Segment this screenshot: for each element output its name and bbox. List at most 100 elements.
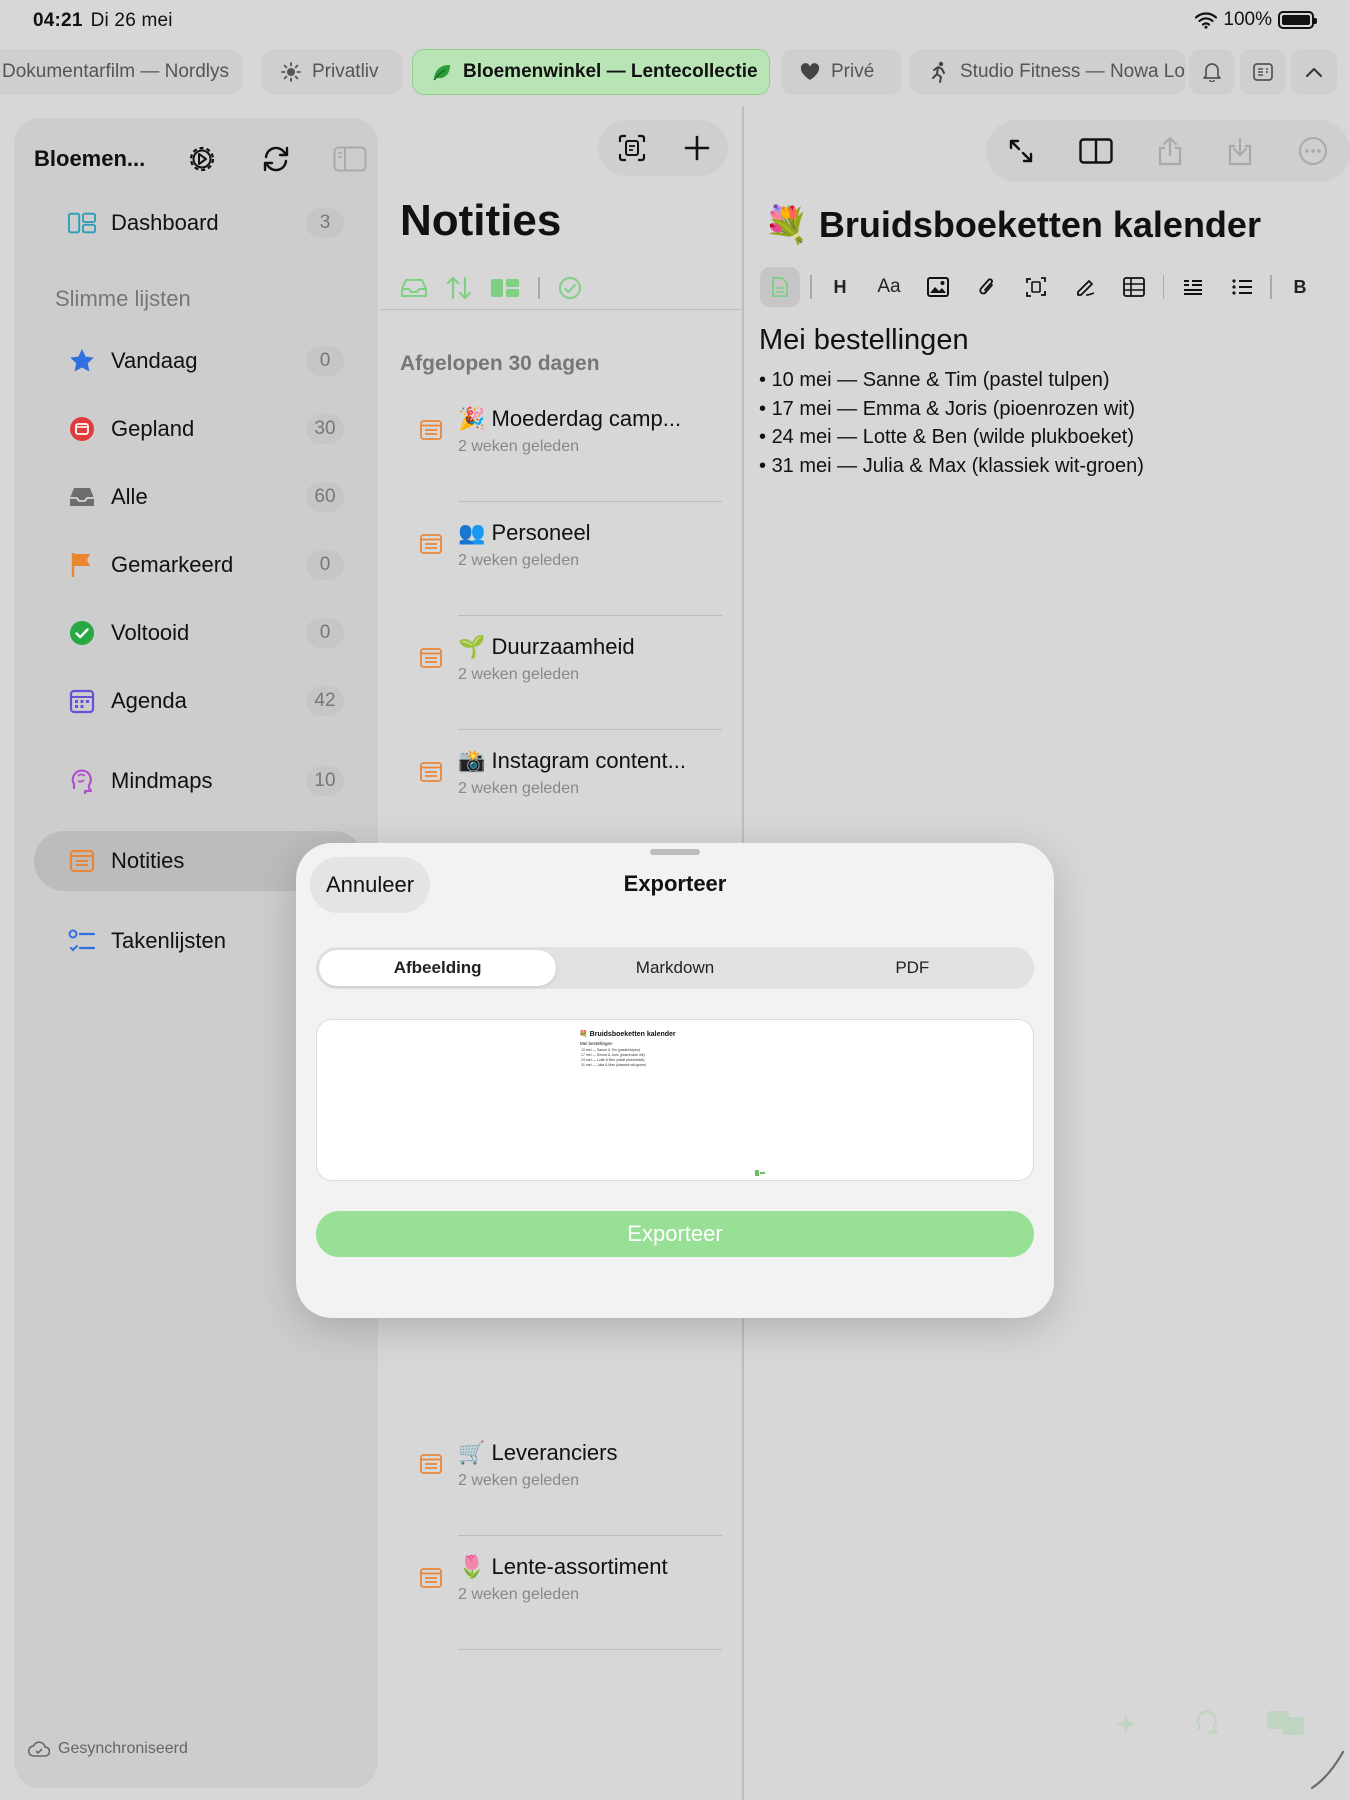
list-item[interactable]: 📸 Instagram content... 2 weken geleden xyxy=(380,730,742,844)
tab-label: Privatliv xyxy=(312,61,379,82)
more-icon xyxy=(1298,136,1328,166)
document-list[interactable]: 10 mei — Sanne & Tim (pastel tulpen) 17 … xyxy=(759,366,1144,480)
translate-icon[interactable] xyxy=(1266,1710,1306,1736)
document-heading[interactable]: Mei bestellingen xyxy=(759,324,969,357)
sidebar-item-label: Agenda xyxy=(111,688,187,713)
sketch-button[interactable] xyxy=(1061,267,1110,307)
sidebar-item-gemarkeerd[interactable]: Gemarkeerd 0 xyxy=(34,535,364,595)
sidebar-item-label: Gepland xyxy=(111,416,195,441)
attach-button[interactable] xyxy=(963,267,1012,307)
preview-footer-icon xyxy=(755,1170,765,1176)
view-mode-button[interactable] xyxy=(490,278,520,298)
quote-icon xyxy=(1182,277,1204,297)
tab-studio-fitness[interactable]: Studio Fitness — Nowa Lok xyxy=(910,49,1186,95)
more-button[interactable] xyxy=(1298,136,1328,166)
tab-privatliv[interactable]: Privatliv xyxy=(262,49,402,95)
sidebar-item-dashboard[interactable]: Dashboard 3 xyxy=(34,193,364,253)
segment-afbeelding[interactable]: Afbeelding xyxy=(319,950,557,986)
tab-bloemenwinkel[interactable]: Bloemenwinkel — Lentecollectie xyxy=(412,49,770,95)
editor-toolbar xyxy=(986,120,1350,182)
format-segmented-control: Afbeelding Markdown PDF xyxy=(316,947,1034,989)
image-icon xyxy=(927,277,949,297)
block-quote-button[interactable] xyxy=(1168,267,1217,307)
bold-button[interactable]: B xyxy=(1276,267,1325,307)
sidebar-header: Bloemen... xyxy=(34,132,367,182)
checklist-icon xyxy=(68,927,96,955)
note-title: 📸 Instagram content... xyxy=(458,748,686,773)
split-view-button[interactable] xyxy=(1078,138,1113,164)
tab-bar: Dokumentarfilm — Nordlys Privatliv Bloem… xyxy=(0,44,1350,102)
list-item: 24 mei — Lotte & Ben (wilde plukboeket) xyxy=(759,423,1144,452)
scan-document-button[interactable] xyxy=(617,133,647,163)
note-title-heading[interactable]: 💐 Bruidsboeketten kalender xyxy=(764,204,1261,246)
tray-icon xyxy=(400,277,428,299)
sync-status: Gesynchroniseerd xyxy=(28,1740,188,1758)
list-item[interactable]: 🌷 Lente-assortiment 2 weken geleden xyxy=(380,1536,742,1650)
toolbar-divider xyxy=(1162,275,1164,299)
note-icon xyxy=(420,762,442,782)
calendar-clock-icon xyxy=(68,415,96,443)
sidebar-item-vandaag[interactable]: Vandaag 0 xyxy=(34,331,364,391)
sun-icon xyxy=(280,61,302,83)
insert-table-button[interactable] xyxy=(1110,267,1159,307)
note-subtitle: 2 weken geleden xyxy=(458,552,579,569)
calendar-icon xyxy=(68,687,96,715)
settings-button[interactable] xyxy=(184,141,220,177)
toolbar-divider xyxy=(810,275,812,299)
brain-icon[interactable] xyxy=(1194,1708,1220,1736)
list-item: 31 mei — Julia & Max (klassiek wit-groen… xyxy=(759,452,1144,481)
bullet-list-button[interactable] xyxy=(1217,267,1266,307)
sidebar-item-alle[interactable]: Alle 60 xyxy=(34,467,364,527)
plus-icon xyxy=(684,135,710,161)
ai-sparkle-icon[interactable] xyxy=(1114,1712,1138,1736)
sidebar-item-label: Takenlijsten xyxy=(111,928,226,953)
document-mode-button[interactable] xyxy=(760,267,800,307)
status-bar: 04:21 Di 26 mei 100% xyxy=(0,0,1350,42)
split-view-icon xyxy=(1078,138,1113,164)
sidebar-item-count: 60 xyxy=(306,482,344,512)
sidebar-item-gepland[interactable]: Gepland 30 xyxy=(34,399,364,459)
sidebar-item-voltooid[interactable]: Voltooid 0 xyxy=(34,603,364,663)
reader-button[interactable] xyxy=(1240,49,1286,95)
battery-percent: 100% xyxy=(1223,9,1272,30)
select-button[interactable] xyxy=(558,276,582,300)
list-item[interactable]: 🎉 Moederdag camp... 2 weken geleden xyxy=(380,388,742,502)
sidebar-item-agenda[interactable]: Agenda 42 xyxy=(34,671,364,731)
tab-prive[interactable]: Privé xyxy=(781,49,901,95)
sort-button[interactable] xyxy=(446,276,472,300)
export-button[interactable]: Exporteer xyxy=(316,1211,1034,1257)
list-item[interactable]: 🌱 Duurzaamheid 2 weken geleden xyxy=(380,616,742,730)
status-right: 100% xyxy=(1195,9,1317,31)
notes-filter-row xyxy=(400,270,582,306)
toggle-sidebar-button[interactable] xyxy=(332,141,368,177)
sync-icon xyxy=(260,143,292,175)
text-style-button[interactable]: Aa xyxy=(865,267,914,307)
heading-button[interactable]: H xyxy=(816,267,865,307)
list-item: 17 mei — Emma & Joris (pioenrozen wit) xyxy=(759,395,1144,424)
expand-button[interactable] xyxy=(1008,138,1034,164)
segment-pdf[interactable]: PDF xyxy=(794,950,1031,986)
scan-text-button[interactable] xyxy=(1012,267,1061,307)
sync-button[interactable] xyxy=(258,141,294,177)
collapse-tabs-button[interactable] xyxy=(1291,49,1337,95)
tab-dokumentarfilm[interactable]: Dokumentarfilm — Nordlys xyxy=(0,49,242,95)
list-item[interactable]: 🛒 Leveranciers 2 weken geleden xyxy=(380,1422,742,1536)
workspace-title[interactable]: Bloemen... xyxy=(34,146,145,172)
dialog-title: Exporteer xyxy=(623,871,727,896)
sidebar-item-count: 0 xyxy=(306,618,344,648)
inbox-filter-button[interactable] xyxy=(400,277,428,299)
segment-markdown[interactable]: Markdown xyxy=(556,950,793,986)
add-note-button[interactable] xyxy=(684,135,710,161)
insert-image-button[interactable] xyxy=(914,267,963,307)
sidebar-item-mindmaps[interactable]: Mindmaps 10 xyxy=(34,751,364,811)
sidebar-item-label: Vandaag xyxy=(111,348,198,373)
note-title: 👥 Personeel xyxy=(458,520,591,545)
notifications-button[interactable] xyxy=(1189,49,1235,95)
import-button[interactable] xyxy=(1227,136,1253,166)
pencil-stroke-icon[interactable] xyxy=(1310,1750,1346,1790)
note-title: 🛒 Leveranciers xyxy=(458,1440,618,1465)
share-button[interactable] xyxy=(1157,136,1183,166)
sheet-grabber[interactable] xyxy=(650,849,700,855)
list-item[interactable]: 👥 Personeel 2 weken geleden xyxy=(380,502,742,616)
tab-label: Studio Fitness — Nowa Lok xyxy=(960,61,1186,82)
